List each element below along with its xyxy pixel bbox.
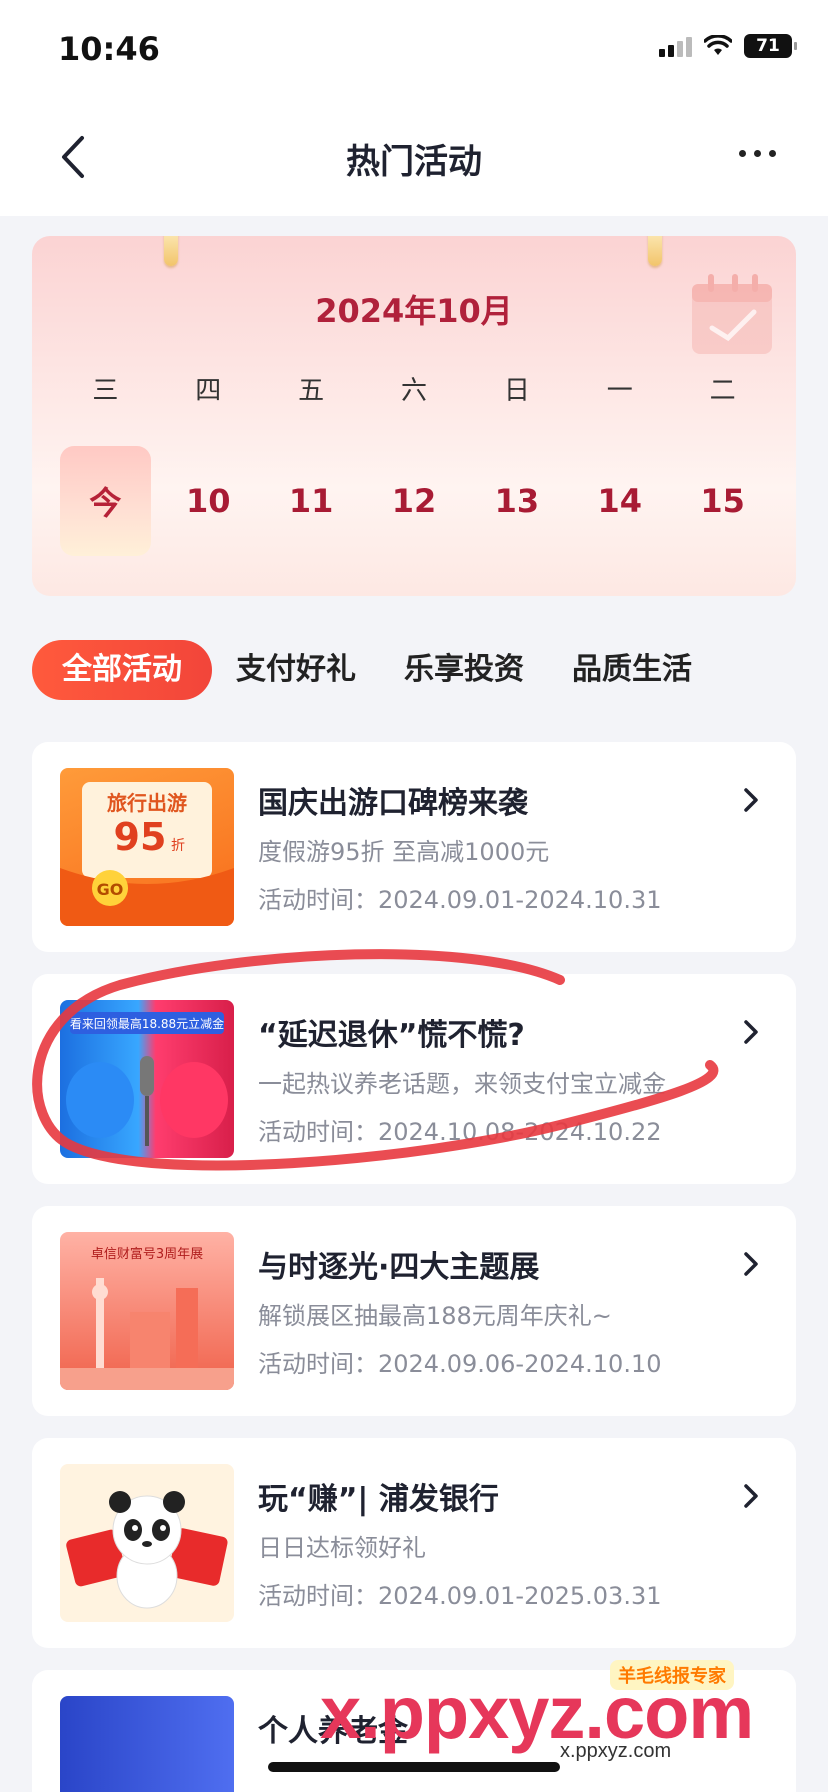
date-cell[interactable]: 12 (363, 446, 466, 556)
watermark-text: x.ppxyz.com (320, 1671, 754, 1754)
calendar-ring-left (164, 236, 178, 266)
tab-investment[interactable]: 乐享投资 (380, 640, 548, 700)
category-tabs: 全部活动 支付好礼 乐享投资 品质生活 (32, 640, 796, 700)
status-icons: 71 (659, 34, 797, 58)
svg-text:95: 95 (114, 815, 167, 859)
activity-period: 活动时间：2024.09.01-2024.10.31 (258, 886, 662, 914)
svg-text:旅行出游: 旅行出游 (107, 791, 187, 815)
activity-description: 度假游95折 至高减1000元 (258, 838, 550, 866)
weekday-label: 日 (503, 376, 530, 406)
date-today[interactable]: 今 (54, 446, 157, 556)
activity-period: 活动时间：2024.09.06-2024.10.10 (258, 1350, 662, 1378)
activity-description: 日日达标领好礼 (258, 1534, 426, 1562)
activity-description: 解锁展区抽最高188元周年庆礼~ (258, 1302, 612, 1330)
date-cell[interactable]: 15 (671, 446, 774, 556)
activity-thumbnail: 看来回领最高18.88元立减金 (60, 1000, 234, 1158)
activity-card[interactable]: 玩“赚”| 浦发银行 日日达标领好礼 活动时间：2024.09.01-2025.… (32, 1438, 796, 1648)
activity-title: “延迟退休”慌不慌? (258, 1018, 525, 1053)
more-options-icon[interactable] (739, 150, 776, 157)
watermark-url: x.ppxyz.com (560, 1740, 672, 1762)
weekday-row: 三 四 五 六 日 一 二 (54, 370, 774, 407)
weekday-label: 三 (92, 376, 119, 406)
activity-card[interactable]: 看来回领最高18.88元立减金 “延迟退休”慌不慌? 一起热议养老话题，来领支付… (32, 974, 796, 1184)
chevron-right-icon (744, 788, 758, 812)
date-row: 今 10 11 12 13 14 15 (54, 446, 774, 556)
date-cell[interactable]: 11 (260, 446, 363, 556)
activity-title: 国庆出游口碑榜来袭 (258, 786, 528, 821)
activity-card[interactable]: 旅行出游 95 折 GO 国庆出游口碑榜来袭 度假游95折 至高减1000元 活… (32, 742, 796, 952)
panda-icon (66, 1491, 228, 1609)
home-indicator (268, 1762, 560, 1772)
svg-text:GO: GO (97, 880, 124, 899)
activity-thumbnail (60, 1464, 234, 1622)
activity-period: 活动时间：2024.09.01-2025.03.31 (258, 1582, 662, 1610)
activity-thumbnail (60, 1696, 234, 1792)
chevron-right-icon (744, 1252, 758, 1276)
battery-icon: 71 (744, 34, 797, 58)
nav-bar: 热门活动 (0, 100, 828, 216)
activity-card[interactable]: 卓信财富号3周年展 与时逐光·四大主题展 解锁展区抽最高188元周年庆礼~ 活动… (32, 1206, 796, 1416)
cellular-signal-icon (659, 35, 692, 57)
activity-period: 活动时间：2024.10.08-2024.10.22 (258, 1118, 662, 1146)
svg-text:折: 折 (171, 838, 185, 854)
svg-text:看来回领最高18.88元立减金: 看来回领最高18.88元立减金 (70, 1016, 224, 1031)
date-today-label: 今 (89, 484, 122, 522)
date-cell[interactable]: 10 (157, 446, 260, 556)
calendar-ring-right (648, 236, 662, 266)
activity-calendar: 2024年10月 三 四 五 六 日 一 二 今 10 11 12 13 14 … (32, 236, 796, 596)
calendar-month: 2024年10月 (315, 292, 513, 330)
svg-text:卓信财富号3周年展: 卓信财富号3周年展 (91, 1246, 203, 1262)
date-cell[interactable]: 14 (568, 446, 671, 556)
page-title: 热门活动 (346, 142, 482, 182)
tab-all-activities[interactable]: 全部活动 (32, 640, 212, 700)
activity-title: 与时逐光·四大主题展 (258, 1250, 540, 1285)
tab-payment-gifts[interactable]: 支付好礼 (212, 640, 380, 700)
activity-thumbnail: 卓信财富号3周年展 (60, 1232, 234, 1390)
activity-thumbnail: 旅行出游 95 折 GO (60, 768, 234, 926)
chevron-right-icon (744, 1020, 758, 1044)
activity-title: 玩“赚”| 浦发银行 (258, 1482, 499, 1517)
weekday-label: 二 (709, 376, 736, 406)
weekday-label: 六 (401, 376, 428, 406)
activity-description: 一起热议养老话题，来领支付宝立减金 (258, 1070, 666, 1098)
weekday-label: 四 (195, 376, 222, 406)
wifi-icon (704, 35, 732, 55)
chevron-right-icon (744, 1484, 758, 1508)
weekday-label: 一 (606, 376, 633, 406)
status-time: 10:46 (58, 30, 160, 68)
status-bar: 10:46 71 (0, 0, 828, 100)
weekday-label: 五 (298, 376, 325, 406)
battery-level: 71 (756, 36, 780, 56)
watermark-logo: x.ppxyz.com (320, 1670, 754, 1755)
date-cell[interactable]: 13 (465, 446, 568, 556)
tab-quality-life[interactable]: 品质生活 (548, 640, 716, 700)
